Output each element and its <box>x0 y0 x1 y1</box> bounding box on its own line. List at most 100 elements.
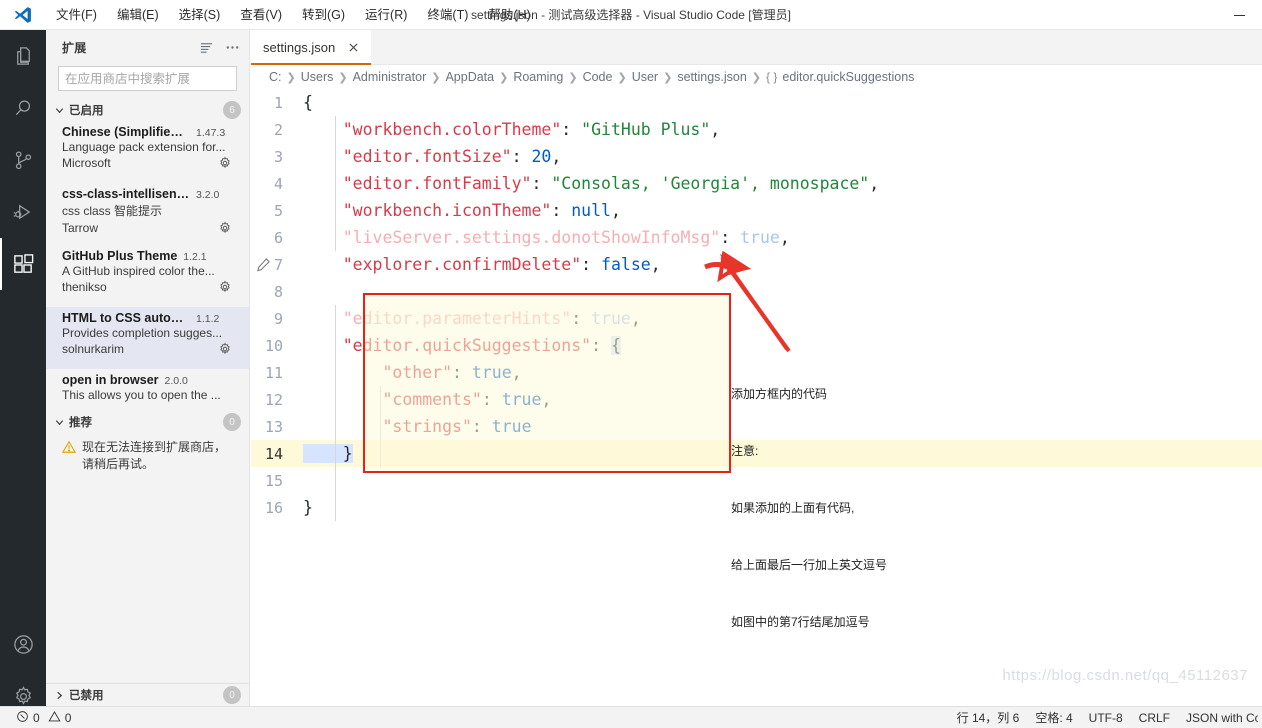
code-line[interactable]: 15 <box>251 467 1262 494</box>
extension-name: HTML to CSS autoco... <box>62 311 190 325</box>
list-item[interactable]: css-class-intellisense 3.2.0 css class 智… <box>46 183 249 245</box>
section-header-disabled[interactable]: 已禁用 0 <box>46 684 249 706</box>
code-editor[interactable]: 1 { 2 "workbench.colorTheme": "GitHub Pl… <box>251 89 1262 706</box>
line-content[interactable]: "strings": true <box>297 417 1262 436</box>
list-item[interactable]: open in browser 2.0.0 This allows you to… <box>46 369 249 411</box>
search-extensions-container <box>46 64 249 99</box>
breadcrumb-symbol[interactable]: editor.quickSuggestions <box>782 70 914 84</box>
close-icon[interactable] <box>345 39 361 55</box>
list-item-selected[interactable]: HTML to CSS autoco... 1.1.2 Provides com… <box>46 307 249 369</box>
code-content[interactable]: 1 { 2 "workbench.colorTheme": "GitHub Pl… <box>251 89 1262 706</box>
code-line[interactable]: 1 { <box>251 89 1262 116</box>
line-content[interactable]: "liveServer.settings.donotShowInfoMsg": … <box>297 228 1262 247</box>
recommended-message-text: 现在无法连接到扩展商店， 请稍后再试。 <box>82 440 227 471</box>
minimize-button[interactable] <box>1216 0 1262 30</box>
line-content[interactable]: "workbench.colorTheme": "GitHub Plus", <box>297 120 1262 139</box>
menu-item-view[interactable]: 查看(V) <box>230 3 292 27</box>
gear-icon[interactable] <box>217 220 233 236</box>
line-number: 1 <box>273 93 283 112</box>
breadcrumb-item-5[interactable]: Code <box>583 70 613 84</box>
line-content[interactable]: "editor.quickSuggestions": { <box>297 336 1262 355</box>
code-line[interactable]: 10 "editor.quickSuggestions": { <box>251 332 1262 359</box>
menu-bar[interactable]: 文件(F) 编辑(E) 选择(S) 查看(V) 转到(G) 运行(R) 终端(T… <box>46 3 541 27</box>
line-content[interactable]: } <box>297 498 1262 517</box>
line-number: 9 <box>273 309 283 328</box>
menu-item-selection[interactable]: 选择(S) <box>169 3 231 27</box>
gear-icon[interactable] <box>217 279 233 295</box>
search-extensions-input[interactable] <box>58 66 237 91</box>
status-language-mode[interactable]: JSON with Comments <box>1178 707 1258 728</box>
activitybar-accounts[interactable] <box>0 618 46 670</box>
line-number: 4 <box>273 174 283 193</box>
extension-version: 3.2.0 <box>196 189 220 201</box>
account-icon <box>12 633 35 656</box>
menu-item-run[interactable]: 运行(R) <box>355 3 417 27</box>
gear-icon[interactable] <box>217 341 233 357</box>
line-content[interactable]: "explorer.confirmDelete": false, <box>297 255 1262 274</box>
status-cursor-position[interactable]: 行 14，列 6 <box>949 707 1028 728</box>
section-header-recommended[interactable]: 推荐 0 <box>46 411 249 433</box>
status-problems[interactable]: 0 0 <box>8 707 79 728</box>
line-content[interactable]: "editor.fontSize": 20, <box>297 147 1262 166</box>
code-line[interactable]: 4 "editor.fontFamily": "Consolas, 'Georg… <box>251 170 1262 197</box>
extension-version: 1.47.3 <box>196 127 226 139</box>
breadcrumb-item-0[interactable]: C: <box>269 70 282 84</box>
section-header-enabled[interactable]: 已启用 6 <box>46 99 249 121</box>
extension-description: A GitHub inspired color the... <box>62 264 215 278</box>
list-item[interactable]: GitHub Plus Theme 1.2.1 A GitHub inspire… <box>46 245 249 307</box>
breadcrumb-item-6[interactable]: User <box>632 70 658 84</box>
status-eol[interactable]: CRLF <box>1131 707 1178 728</box>
menu-item-file[interactable]: 文件(F) <box>46 3 107 27</box>
breadcrumb-item-3[interactable]: AppData <box>445 70 494 84</box>
code-line[interactable]: 11 "other": true, <box>251 359 1262 386</box>
code-line[interactable]: 7 "explorer.confirmDelete": false, <box>251 251 1262 278</box>
line-number: 12 <box>264 390 283 409</box>
annotation-line-4: 如图中的第7行结尾加逗号 <box>731 615 870 629</box>
line-content[interactable]: "workbench.iconTheme": null, <box>297 201 1262 220</box>
extension-publisher: Tarrow <box>62 221 99 235</box>
filter-icon[interactable] <box>195 36 217 58</box>
status-encoding[interactable]: UTF-8 <box>1081 707 1131 728</box>
activitybar-search[interactable] <box>0 82 46 134</box>
breadcrumb-item-1[interactable]: Users <box>301 70 334 84</box>
code-line[interactable]: 3 "editor.fontSize": 20, <box>251 143 1262 170</box>
menu-item-terminal[interactable]: 终端(T) <box>417 3 478 27</box>
code-line[interactable]: 6 "liveServer.settings.donotShowInfoMsg"… <box>251 224 1262 251</box>
line-content[interactable]: "editor.parameterHints": true, <box>297 309 1262 328</box>
code-line[interactable]: 8 <box>251 278 1262 305</box>
code-line[interactable]: 13 "strings": true <box>251 413 1262 440</box>
activitybar-extensions[interactable] <box>0 238 46 290</box>
code-line[interactable]: 12 "comments": true, <box>251 386 1262 413</box>
code-line[interactable]: 5 "workbench.iconTheme": null, <box>251 197 1262 224</box>
breadcrumb-item-4[interactable]: Roaming <box>513 70 563 84</box>
breadcrumb-item-7[interactable]: settings.json <box>677 70 746 84</box>
code-line[interactable]: 9 "editor.parameterHints": true, <box>251 305 1262 332</box>
line-content[interactable]: "editor.fontFamily": "Consolas, 'Georgia… <box>297 174 1262 193</box>
activitybar-run-debug[interactable] <box>0 186 46 238</box>
sidebar-footer: 已禁用 0 <box>46 683 249 706</box>
extension-publisher: thenikso <box>62 280 107 294</box>
tab-settings-json[interactable]: settings.json <box>251 30 372 65</box>
line-content[interactable]: "other": true, <box>297 363 1262 382</box>
code-line[interactable]: 16 } <box>251 494 1262 521</box>
breadcrumb-item-2[interactable]: Administrator <box>353 70 427 84</box>
menu-item-help[interactable]: 帮助(H) <box>478 3 540 27</box>
window-controls[interactable] <box>1216 0 1262 30</box>
list-item[interactable]: Chinese (Simplified) ... 1.47.3 Language… <box>46 121 249 183</box>
sidebar-actions <box>195 36 243 58</box>
activitybar-explorer[interactable] <box>0 30 46 82</box>
line-content[interactable]: "comments": true, <box>297 390 1262 409</box>
code-line-current[interactable]: 14 } <box>251 440 1262 467</box>
more-actions-icon[interactable] <box>221 36 243 58</box>
menu-item-go[interactable]: 转到(G) <box>292 3 355 27</box>
code-line[interactable]: 2 "workbench.colorTheme": "GitHub Plus", <box>251 116 1262 143</box>
status-indentation[interactable]: 空格: 4 <box>1027 707 1080 728</box>
line-content[interactable]: } <box>297 444 1262 463</box>
settings-gear-icon <box>12 685 35 708</box>
warning-icon <box>61 440 77 473</box>
line-content[interactable]: { <box>297 93 1262 112</box>
menu-item-edit[interactable]: 编辑(E) <box>107 3 169 27</box>
activitybar-source-control[interactable] <box>0 134 46 186</box>
line-number: 5 <box>273 201 283 220</box>
gear-icon[interactable] <box>217 155 233 171</box>
